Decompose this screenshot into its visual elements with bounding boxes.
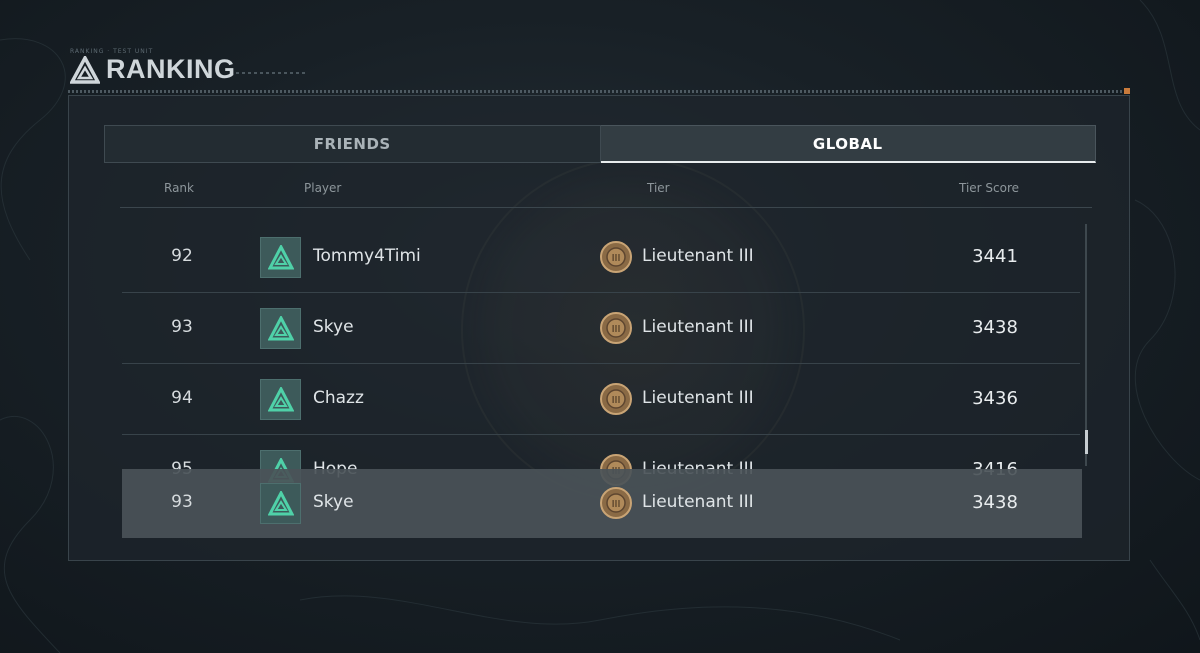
row-player-name: Chazz — [313, 388, 364, 408]
column-header-tier: Tier — [647, 181, 670, 195]
tab-global[interactable]: GLOBAL — [600, 125, 1096, 163]
table-row[interactable]: 92 Tommy4Timi III Lieutenant III 3441 — [122, 222, 1080, 293]
header-divider — [68, 90, 1130, 93]
lieutenant-medal-icon: III — [600, 487, 632, 519]
row-score: 3441 — [972, 246, 1018, 267]
row-score: 3436 — [972, 388, 1018, 409]
ranking-header: RANKING · TEST UNIT RANKING — [68, 48, 1130, 94]
triangle-logo-icon — [268, 491, 294, 516]
table-row[interactable]: 94 Chazz III Lieutenant III 3436 — [122, 364, 1080, 435]
row-score: 3438 — [972, 492, 1018, 513]
column-header-player: Player — [304, 181, 342, 195]
row-rank: 94 — [171, 388, 193, 408]
ranking-tabs: FRIENDS GLOBAL — [104, 125, 1096, 163]
triangle-logo-icon — [268, 387, 294, 412]
ranking-logo-icon — [70, 56, 100, 84]
header-accent-mark — [1124, 88, 1130, 94]
lieutenant-medal-icon: III — [600, 383, 632, 415]
player-avatar — [260, 308, 301, 349]
row-tier: Lieutenant III — [642, 388, 754, 408]
header-decoration — [236, 72, 306, 74]
column-header-tier-score: Tier Score — [959, 181, 1020, 195]
column-header-rank: Rank — [164, 181, 194, 195]
ranking-panel: FRIENDS GLOBAL Rank Player Tier Tier Sco… — [68, 95, 1130, 561]
row-player-name: Skye — [313, 317, 354, 337]
triangle-logo-icon — [268, 245, 294, 270]
svg-text:III: III — [612, 395, 621, 406]
row-rank: 92 — [171, 246, 193, 266]
row-player-name: Tommy4Timi — [313, 246, 421, 266]
row-score: 3438 — [972, 317, 1018, 338]
row-rank: 93 — [171, 317, 193, 337]
lieutenant-medal-icon: III — [600, 241, 632, 273]
column-headers: Rank Player Tier Tier Score — [120, 181, 1092, 209]
row-tier: Lieutenant III — [642, 492, 754, 512]
table-row[interactable]: 93 Skye III Lieutenant III 3438 — [122, 293, 1080, 364]
tab-friends[interactable]: FRIENDS — [104, 125, 601, 163]
svg-text:III: III — [612, 253, 621, 264]
player-avatar — [260, 237, 301, 278]
row-rank: 93 — [171, 492, 193, 512]
triangle-logo-icon — [268, 316, 294, 341]
player-avatar — [260, 379, 301, 420]
current-player-row[interactable]: 93 Skye III Lieutenant III 3438 — [122, 469, 1082, 538]
row-tier: Lieutenant III — [642, 246, 754, 266]
list-scrollbar-thumb[interactable] — [1085, 430, 1088, 454]
player-avatar — [260, 483, 301, 524]
column-header-divider — [120, 207, 1092, 208]
svg-text:III: III — [612, 324, 621, 335]
page-title: RANKING — [106, 54, 236, 84]
svg-text:III: III — [612, 499, 621, 510]
row-player-name: Skye — [313, 492, 354, 512]
lieutenant-medal-icon: III — [600, 312, 632, 344]
row-tier: Lieutenant III — [642, 317, 754, 337]
